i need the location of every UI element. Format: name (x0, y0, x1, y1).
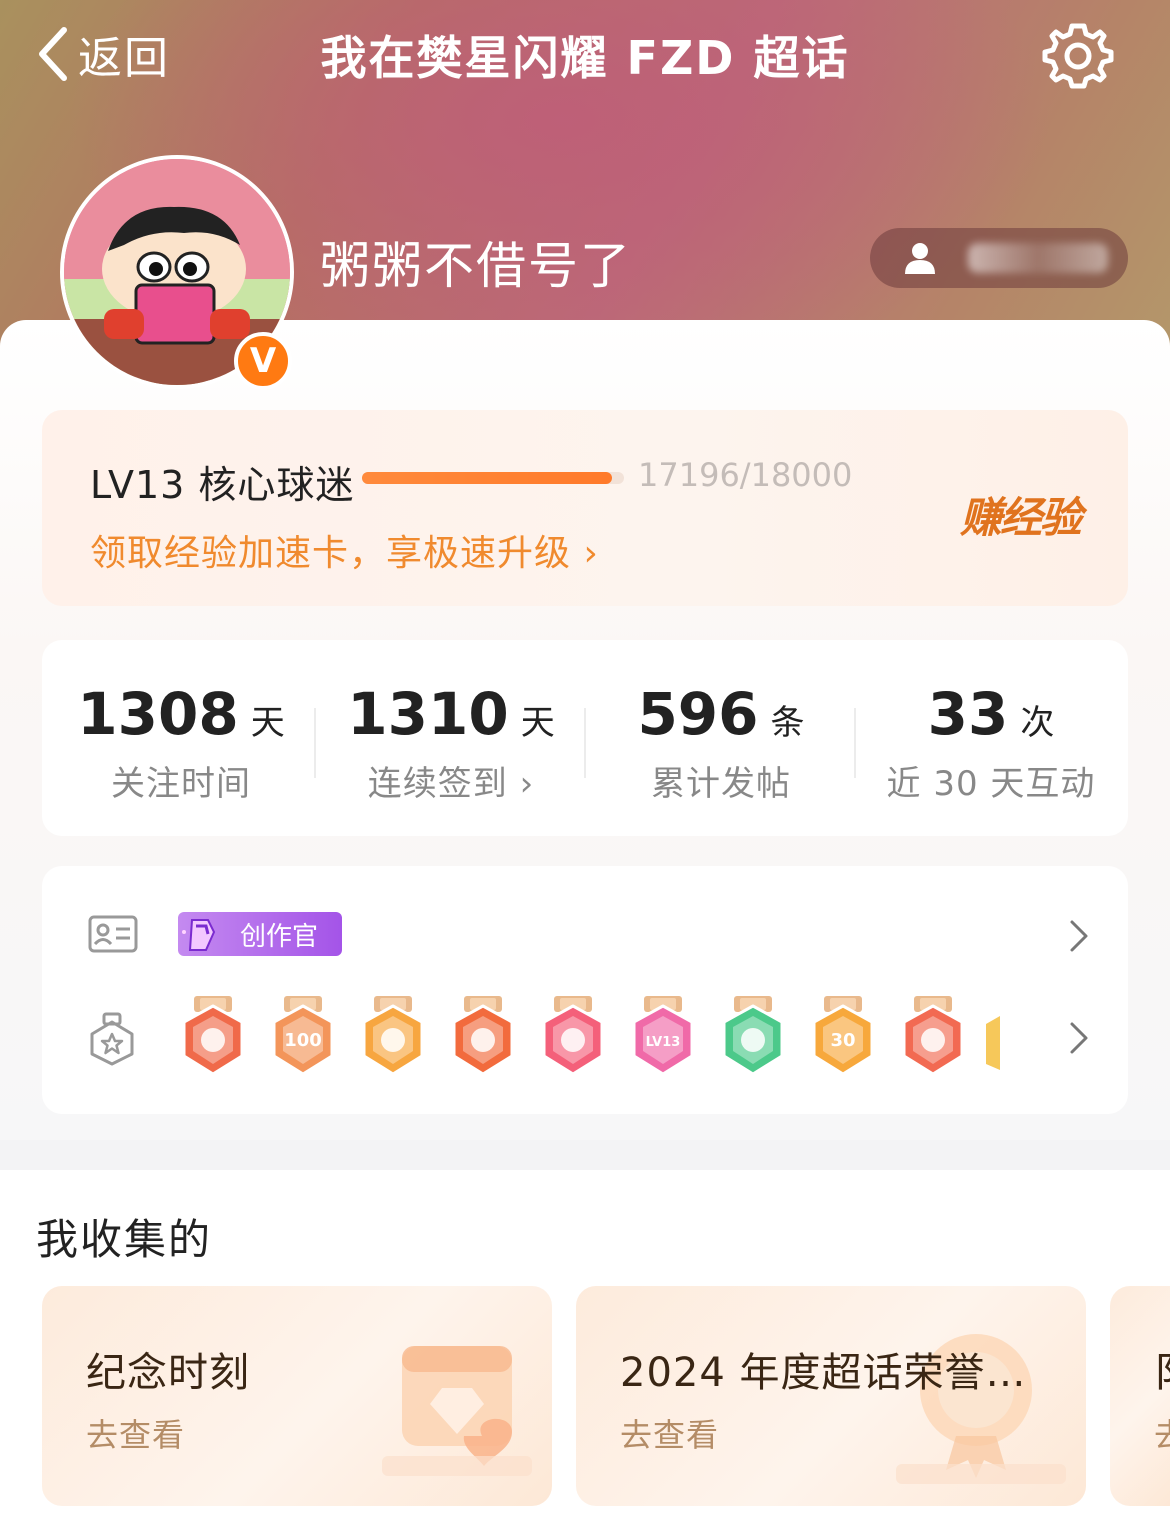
card-title: 阝 (1154, 1340, 1170, 1398)
stat-posts: 596 条 累计发帖 (586, 680, 856, 805)
creator-tag-label: 创作官 (240, 921, 319, 952)
stat-value: 1308 (77, 680, 239, 748)
stat-value: 33 (927, 680, 1009, 748)
card-action: 去 (1154, 1410, 1170, 1456)
hand-medal (722, 996, 784, 1076)
level-progress-bar (362, 472, 624, 484)
partial-medal (986, 1016, 1000, 1070)
card-action: 去查看 (620, 1416, 720, 1454)
collection-card-memorial[interactable]: 纪念时刻 去查看 (42, 1286, 552, 1506)
chevron-right-icon[interactable] (1066, 916, 1092, 956)
30-days-medal-label: 30 (830, 1030, 855, 1051)
speedup-card-link[interactable]: 领取经验加速卡，享极速升级 › (90, 524, 599, 576)
stat-follow-days: 1308 天 关注时间 (46, 680, 316, 805)
lv13-medal-label: LV13 (646, 1035, 681, 1050)
stat-label: 累计发帖 (651, 764, 791, 804)
stat-unit: 条 (770, 703, 805, 743)
level-progress-fill (362, 472, 613, 484)
page-title: 我在樊星闪耀 FZD 超话 (320, 31, 850, 85)
verified-badge: V (234, 332, 292, 390)
crown-medal (362, 996, 424, 1076)
collection-title: 我收集的 (36, 1215, 213, 1264)
creator-mark-icon (182, 919, 216, 951)
stat-label: 关注时间 (111, 764, 251, 804)
rock-hand-medal (902, 996, 964, 1076)
stat-interactions: 33 次 近 30 天互动 (856, 680, 1126, 805)
stat-unit: 天 (250, 703, 285, 743)
earn-exp-button[interactable]: 赚经验 (960, 484, 1082, 545)
stat-value: 1310 (347, 680, 509, 748)
collection-card-partial[interactable]: 阝 去 (1110, 1286, 1170, 1506)
card-action: 去查看 (86, 1416, 186, 1454)
settings-gear-icon[interactable] (1042, 20, 1114, 92)
100-days-medal-label: 100 (284, 1030, 322, 1051)
level-progress-text: 17196/18000 (638, 456, 853, 494)
collection-card-annual-honor[interactable]: 2024 年度超话荣誉… 去查看 (576, 1286, 1086, 1506)
stats-card: 1308 天 关注时间 1310 天 连续签到 › 596 条 累计发帖 33 次 近 … (42, 640, 1128, 836)
stat-unit: 天 (520, 703, 555, 743)
rabbit-medal (542, 996, 604, 1076)
section-gap (0, 1140, 1170, 1170)
badges-card: 创作官 100 LV13 30 (42, 866, 1128, 1114)
creator-tag[interactable]: 创作官 (178, 912, 342, 956)
person-icon (905, 243, 935, 274)
stat-checkin-streak[interactable]: 1310 天 连续签到 › (316, 680, 586, 805)
collection-section: 我收集的 纪念时刻 去查看 2024 年度超话荣誉… 去查看 阝 去 (0, 1170, 1170, 1516)
cat-medal (182, 996, 244, 1076)
stat-label: 连续签到 › (367, 764, 535, 804)
stat-label: 近 30 天互动 (886, 764, 1096, 804)
card-title: 纪念时刻 (86, 1350, 250, 1396)
medal-shield-icon (90, 1012, 134, 1066)
chevron-right-icon[interactable] (1066, 1018, 1092, 1058)
dragon-medal (452, 996, 514, 1076)
100-days-medal: 100 (272, 996, 334, 1076)
top-bar: 返回 我在樊星闪耀 FZD 超话 (0, 0, 1170, 110)
id-card-icon (88, 915, 138, 953)
30-days-medal: 30 (812, 996, 874, 1076)
stat-unit: 次 (1020, 703, 1055, 743)
stat-value: 596 (637, 680, 759, 748)
calendar-heart-icon (382, 1346, 532, 1476)
user-account-pill[interactable] (870, 228, 1128, 288)
username: 粥粥不借号了 (320, 237, 632, 295)
lv13-medal: LV13 (632, 996, 694, 1076)
level-card: LV13 核心球迷 17196/18000 领取经验加速卡，享极速升级 › 赚经… (42, 410, 1128, 606)
level-label: LV13 核心球迷 (90, 463, 355, 507)
card-title: 2024 年度超话荣誉… (620, 1350, 1027, 1396)
blurred-account-name (968, 243, 1108, 273)
